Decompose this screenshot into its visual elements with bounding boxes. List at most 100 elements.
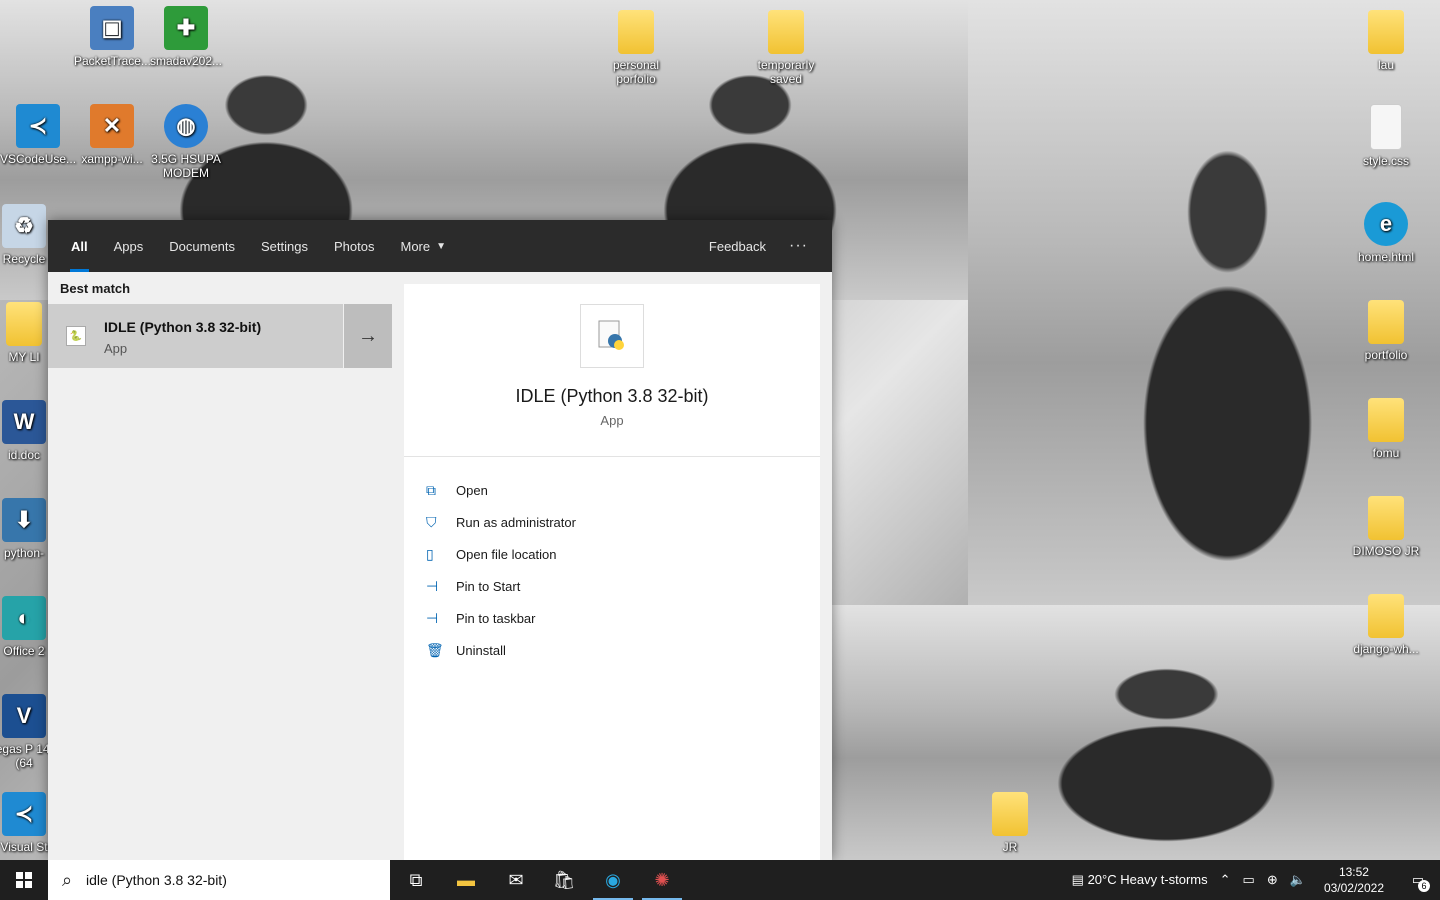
open-icon: ⧉ — [426, 481, 436, 498]
clock-time: 13:52 — [1338, 865, 1369, 879]
windows-logo-icon — [16, 872, 32, 888]
vegas-icon: V — [2, 694, 46, 738]
taskbar-file-explorer[interactable]: ▬ — [442, 860, 490, 900]
folder-icon — [1368, 10, 1404, 54]
desktop-icon-jr[interactable]: JR — [972, 792, 1048, 854]
shield-icon: ⛉ — [426, 513, 437, 530]
smadav-icon: ✚ — [164, 6, 208, 50]
python-installer-icon: ⬇ — [2, 498, 46, 542]
pin-icon: ⊣ — [426, 609, 439, 626]
xampp-icon: ✕ — [90, 104, 134, 148]
app-icon: ✺ — [654, 869, 670, 890]
tab-all[interactable]: All — [58, 220, 101, 272]
desktop-icon-fomu[interactable]: fomu — [1348, 398, 1424, 460]
desktop-icon-style-css[interactable]: style.css — [1348, 104, 1424, 168]
taskbar-search-input[interactable]: ⌕ idle (Python 3.8 32-bit) — [48, 860, 390, 900]
action-center-button[interactable]: ▭ 6 — [1396, 860, 1440, 900]
desktop-icon-portfolio[interactable]: portfolio — [1348, 300, 1424, 362]
office-icon: ◐ — [2, 596, 46, 640]
system-tray: ▤ 20°C Heavy t-storms ⌃ ▭ ⊕ 🔈 13:52 03/0… — [1066, 860, 1440, 900]
desktop-icon-dimoso-jr[interactable]: DIMOSO JR — [1348, 496, 1424, 558]
task-view-icon: ⧉ — [409, 869, 423, 890]
file-location-icon: ▯ — [426, 545, 434, 562]
taskbar-app[interactable]: ✺ — [638, 860, 686, 900]
folder-icon — [1368, 300, 1404, 344]
python-idle-icon — [580, 304, 644, 368]
desktop-icon-home-html[interactable]: e home.html — [1348, 202, 1424, 264]
action-pin-to-start[interactable]: ⊣ Pin to Start — [426, 570, 576, 602]
volume-icon[interactable]: 🔈 — [1284, 872, 1312, 888]
trash-icon: 🗑 — [426, 641, 444, 658]
folder-icon — [768, 10, 804, 54]
visual-studio-icon: ≺ — [2, 792, 46, 836]
taskbar: ⌕ idle (Python 3.8 32-bit) ⧉ ▬ ✉ 🛍 ◉ ✺ ▤… — [0, 860, 1440, 900]
preview-pane: IDLE (Python 3.8 32-bit) App ⧉ Open ⛉ Run … — [404, 284, 820, 860]
chevron-up-icon: ⌃ — [1219, 872, 1231, 887]
store-icon: 🛍 — [552, 869, 576, 890]
action-uninstall[interactable]: 🗑 Uninstall — [426, 634, 576, 666]
start-button[interactable] — [0, 860, 48, 900]
globe-icon: ◍ — [164, 104, 208, 148]
open-details-arrow-icon[interactable]: → — [344, 304, 392, 368]
desktop-icon-personal-porfolio[interactable]: personal porfolio — [598, 10, 674, 86]
best-match-header: Best match — [60, 281, 131, 296]
packet-tracer-icon: ▣ — [90, 6, 134, 50]
folder-icon — [618, 10, 654, 54]
desktop-icon-vscode[interactable]: ≺ VSCodeUse... — [0, 104, 76, 166]
search-icon: ⌕ — [61, 869, 73, 890]
tab-settings[interactable]: Settings — [248, 220, 321, 272]
action-list: ⧉ Open ⛉ Run as administrator ▯ Open file l… — [426, 474, 576, 666]
folder-icon — [1368, 496, 1404, 540]
tab-photos[interactable]: Photos — [321, 220, 387, 272]
tab-documents[interactable]: Documents — [156, 220, 248, 272]
action-run-as-administrator[interactable]: ⛉ Run as administrator — [426, 506, 576, 538]
python-idle-icon: 🐍 — [66, 326, 86, 346]
clock-date: 03/02/2022 — [1323, 881, 1384, 895]
task-view-button[interactable]: ⧉ — [392, 860, 440, 900]
best-match-result[interactable]: 🐍 IDLE (Python 3.8 32-bit) App — [48, 304, 343, 368]
action-open-file-location[interactable]: ▯ Open file location — [426, 538, 576, 570]
tab-more[interactable]: More ▼ — [387, 220, 459, 272]
folder-icon — [1368, 594, 1404, 638]
folder-icon: ▬ — [457, 869, 475, 890]
network-icon[interactable]: ⊕ — [1261, 872, 1284, 888]
folder-icon — [992, 792, 1028, 836]
notification-count: 6 — [1418, 880, 1430, 892]
folder-icon — [6, 302, 42, 346]
desktop-icon-smadav[interactable]: ✚ smadav202... — [148, 6, 224, 68]
edge-icon: ◉ — [605, 869, 621, 890]
file-icon — [1370, 104, 1402, 150]
desktop-icon-packet-tracer[interactable]: ▣ PacketTrace... — [74, 6, 151, 68]
desktop-icon-modem[interactable]: ◍ 3.5G HSUPA MODEM — [148, 104, 224, 180]
chevron-down-icon: ▼ — [436, 240, 447, 252]
best-match-subtitle: App — [104, 341, 128, 356]
vscode-icon: ≺ — [16, 104, 60, 148]
search-panel: All Apps Documents Settings Photos More ▼… — [48, 220, 832, 860]
more-options-icon[interactable]: ··· — [789, 220, 808, 272]
desktop-icon-temporarly-saved[interactable]: temporarly saved — [748, 10, 824, 86]
results-list: Best match 🐍 IDLE (Python 3.8 32-bit) Ap… — [48, 272, 392, 860]
weather-icon: ▤ — [1071, 872, 1084, 887]
folder-icon — [1368, 398, 1404, 442]
mail-icon: ✉ — [508, 869, 524, 890]
tab-apps[interactable]: Apps — [101, 220, 157, 272]
feedback-link[interactable]: Feedback — [709, 220, 766, 272]
show-hidden-icons[interactable]: ⌃ — [1214, 872, 1237, 888]
preview-header: IDLE (Python 3.8 32-bit) App — [404, 284, 820, 457]
desktop-icon-lau[interactable]: lau — [1348, 10, 1424, 72]
weather-widget[interactable]: ▤ 20°C Heavy t-storms — [1066, 872, 1214, 888]
taskbar-store[interactable]: 🛍 — [540, 860, 588, 900]
clock[interactable]: 13:52 03/02/2022 — [1312, 864, 1396, 896]
word-icon: W — [2, 400, 46, 444]
pin-icon: ⊣ — [426, 577, 439, 594]
taskbar-edge[interactable]: ◉ — [589, 860, 637, 900]
recycle-bin-icon: ♻ — [2, 204, 46, 248]
desktop-icon-xampp[interactable]: ✕ xampp-wi... — [74, 104, 150, 166]
battery-icon[interactable]: ▭ — [1237, 872, 1261, 888]
taskbar-mail[interactable]: ✉ — [492, 860, 540, 900]
best-match-title: IDLE (Python 3.8 32-bit) — [104, 319, 262, 335]
desktop-icon-django[interactable]: django-wh... — [1348, 594, 1424, 656]
search-tab-bar: All Apps Documents Settings Photos More ▼… — [48, 220, 832, 272]
action-pin-to-taskbar[interactable]: ⊣ Pin to taskbar — [426, 602, 576, 634]
action-open[interactable]: ⧉ Open — [426, 474, 576, 506]
